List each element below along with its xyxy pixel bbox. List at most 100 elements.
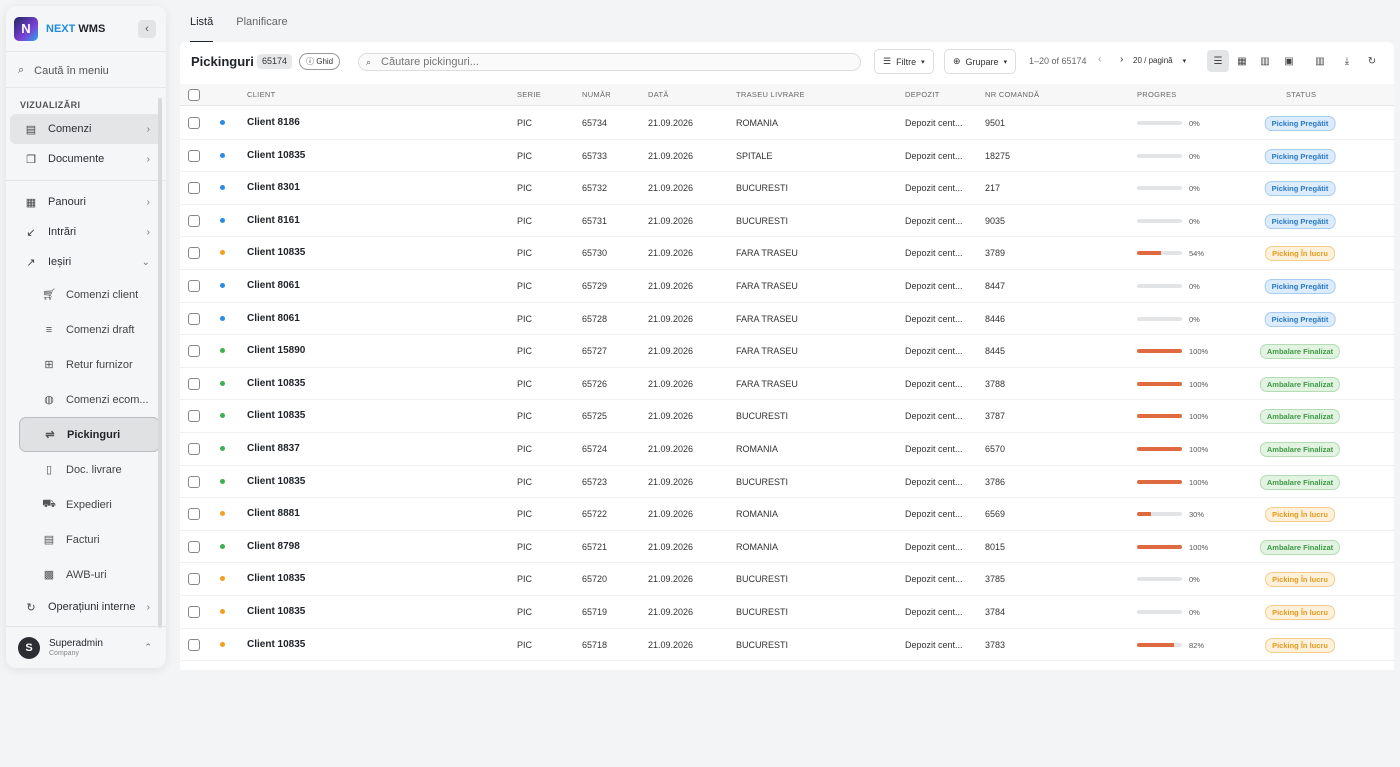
cell-client[interactable]: Client 8881 bbox=[247, 508, 300, 519]
table-row[interactable]: Client 10835 PIC 65733 21.09.2026 SPITALE Dep… bbox=[180, 140, 1394, 173]
row-checkbox[interactable] bbox=[188, 149, 200, 162]
cell-client[interactable]: Client 10835 bbox=[247, 247, 305, 258]
row-checkbox[interactable] bbox=[188, 573, 200, 586]
cell-client[interactable]: Client 10835 bbox=[247, 639, 305, 650]
cell-client[interactable]: Client 10835 bbox=[247, 476, 305, 487]
row-checkbox[interactable] bbox=[188, 638, 200, 651]
table-row[interactable]: Client 8798 PIC 65721 21.09.2026 ROMANIA Depo… bbox=[180, 531, 1394, 564]
row-checkbox[interactable] bbox=[188, 508, 200, 521]
table-row[interactable]: Client 8301 PIC 65732 21.09.2026 BUCURESTI De… bbox=[180, 172, 1394, 205]
cell-client[interactable]: Client 10835 bbox=[247, 573, 305, 584]
table-row[interactable]: Client 10835 PIC 65720 21.09.2026 BUCURESTI D… bbox=[180, 563, 1394, 596]
row-checkbox[interactable] bbox=[188, 377, 200, 390]
cell-client[interactable]: Client 10835 bbox=[247, 410, 305, 421]
sidebar-item-panouri[interactable]: ▦ Panouri › bbox=[10, 187, 162, 217]
collapse-sidebar-button[interactable]: ‹ bbox=[138, 20, 156, 38]
table-row[interactable]: Client 8837 PIC 65724 21.09.2026 ROMANIA Depo… bbox=[180, 433, 1394, 466]
table-row[interactable]: Client 10835 PIC 65726 21.09.2026 FARA TRASE… bbox=[180, 368, 1394, 401]
columns-button[interactable]: ▥ bbox=[1309, 50, 1331, 72]
cell-client[interactable]: Client 15890 bbox=[247, 345, 305, 356]
sidebar-item-intrari[interactable]: ↙ Intrări › bbox=[10, 217, 162, 247]
col-client[interactable]: CLIENT bbox=[247, 90, 275, 99]
refresh-button[interactable]: ↻ bbox=[1361, 50, 1383, 72]
table-row[interactable]: Client 8061 PIC 65729 21.09.2026 FARA TRASEU… bbox=[180, 270, 1394, 303]
table-row[interactable]: Client 10835 PIC 65719 21.09.2026 BUCURESTI D… bbox=[180, 596, 1394, 629]
app-logo[interactable]: N bbox=[14, 16, 38, 41]
brand-name: NEXT WMS bbox=[46, 23, 105, 35]
row-checkbox[interactable] bbox=[188, 312, 200, 325]
cell-depozit: Depozit cent... bbox=[905, 280, 963, 291]
menu-search[interactable]: ⌕ Caută în meniu bbox=[6, 54, 166, 88]
select-all-checkbox[interactable] bbox=[188, 89, 200, 101]
view-list-button[interactable]: ☰ bbox=[1207, 50, 1229, 72]
group-button[interactable]: ⊕ Grupare ▾ bbox=[944, 49, 1017, 74]
col-traseu[interactable]: TRASEU LIVRARE bbox=[736, 90, 805, 99]
sidebar-item-iesiri[interactable]: ↗ Ieșiri ⌄ bbox=[10, 247, 162, 277]
col-numar[interactable]: NUMĂR bbox=[582, 90, 611, 99]
table-row[interactable]: Client 8186 PIC 65734 21.09.2026 ROMANIA Depo… bbox=[180, 107, 1394, 140]
guide-button[interactable]: ⓘ Ghid bbox=[299, 53, 341, 70]
filter-button[interactable]: ☰ Filtre ▾ bbox=[874, 49, 934, 74]
cell-client[interactable]: Client 10835 bbox=[247, 150, 305, 161]
view-kanban-button[interactable]: ▥ bbox=[1254, 50, 1276, 72]
sidebar-subitem-comenzi-client[interactable]: 🛒︎ Comenzi client bbox=[19, 277, 160, 312]
sidebar-scrollbar[interactable] bbox=[158, 98, 162, 628]
cell-client[interactable]: Client 8301 bbox=[247, 182, 300, 193]
view-grid-button[interactable]: ▦ bbox=[1231, 50, 1253, 72]
cell-client[interactable]: Client 10835 bbox=[247, 606, 305, 617]
sidebar-subitem-expedieri[interactable]: ⛟ Expedieri bbox=[19, 487, 160, 522]
table-row[interactable]: Client 15890 PIC 65727 21.09.2026 FARA TRASE… bbox=[180, 335, 1394, 368]
user-menu[interactable]: S Superadmin Company ⌃ bbox=[6, 626, 166, 668]
cell-client[interactable]: Client 8061 bbox=[247, 313, 300, 324]
row-checkbox[interactable] bbox=[188, 540, 200, 553]
sidebar-subitem-doc-livrare[interactable]: ▯ Doc. livrare bbox=[19, 452, 160, 487]
row-checkbox[interactable] bbox=[188, 410, 200, 423]
chevron-left-icon: ‹ bbox=[145, 23, 149, 35]
prev-page-button[interactable]: ‹ bbox=[1098, 54, 1101, 65]
view-calendar-button[interactable]: ▣ bbox=[1278, 50, 1300, 72]
next-page-button[interactable]: › bbox=[1120, 54, 1123, 65]
sidebar-subitem-awb[interactable]: ▩ AWB-uri bbox=[19, 557, 160, 592]
table-row[interactable]: Client 10835 PIC 65725 21.09.2026 BUCURESTI D… bbox=[180, 400, 1394, 433]
cell-client[interactable]: Client 8798 bbox=[247, 541, 300, 552]
row-checkbox[interactable] bbox=[188, 182, 200, 195]
row-checkbox[interactable] bbox=[188, 214, 200, 227]
row-checkbox[interactable] bbox=[188, 247, 200, 260]
table-row[interactable]: Client 8881 PIC 65722 21.09.2026 ROMANIA Depo… bbox=[180, 498, 1394, 531]
cell-client[interactable]: Client 8186 bbox=[247, 117, 300, 128]
sidebar-item-documente[interactable]: ❐ Documente › bbox=[10, 144, 162, 174]
table-row[interactable]: Client 10835 PIC 65718 21.09.2026 BUCURESTI D… bbox=[180, 629, 1394, 662]
sidebar-item-comenzi[interactable]: ▤ Comenzi › bbox=[10, 114, 162, 144]
row-checkbox[interactable] bbox=[188, 345, 200, 358]
row-checkbox[interactable] bbox=[188, 442, 200, 455]
cell-client[interactable]: Client 8161 bbox=[247, 215, 300, 226]
row-checkbox[interactable] bbox=[188, 605, 200, 618]
table-row[interactable]: Client 10835 PIC 65730 21.09.2026 FARA TRASE… bbox=[180, 237, 1394, 270]
col-serie[interactable]: SERIE bbox=[517, 90, 541, 99]
tab-lista[interactable]: Listă bbox=[190, 16, 214, 43]
cell-client[interactable]: Client 10835 bbox=[247, 378, 305, 389]
sidebar-subitem-pickinguri[interactable]: ⇌ Pickinguri bbox=[19, 417, 160, 452]
sidebar-item-operatiuni-interne[interactable]: ↻ Operațiuni interne › bbox=[10, 592, 162, 622]
cell-client[interactable]: Client 8061 bbox=[247, 280, 300, 291]
sidebar-subitem-facturi[interactable]: ▤ Facturi bbox=[19, 522, 160, 557]
col-depozit[interactable]: DEPOZIT bbox=[905, 90, 940, 99]
table-row[interactable]: Client 8061 PIC 65728 21.09.2026 FARA TRASEU… bbox=[180, 303, 1394, 336]
table-row[interactable]: Client 8161 PIC 65731 21.09.2026 BUCURESTI De… bbox=[180, 205, 1394, 238]
col-status[interactable]: STATUS bbox=[1286, 90, 1316, 99]
row-checkbox[interactable] bbox=[188, 279, 200, 292]
search-input[interactable] bbox=[381, 56, 842, 68]
sidebar-subitem-comenzi-ecom[interactable]: ◍ Comenzi ecom... bbox=[19, 382, 160, 417]
sidebar-subitem-comenzi-draft[interactable]: ≡ Comenzi draft bbox=[19, 312, 160, 347]
download-button[interactable]: ⤓ bbox=[1336, 50, 1358, 72]
cell-client[interactable]: Client 8837 bbox=[247, 443, 300, 454]
col-data[interactable]: DATĂ bbox=[648, 90, 669, 99]
page-size-select[interactable]: 20 / pagină ▾ bbox=[1133, 56, 1186, 65]
row-checkbox[interactable] bbox=[188, 475, 200, 488]
table-row[interactable]: Client 10835 PIC 65723 21.09.2026 BUCURESTI D… bbox=[180, 466, 1394, 499]
col-progres[interactable]: PROGRES bbox=[1137, 90, 1177, 99]
tab-planificare[interactable]: Planificare bbox=[236, 16, 287, 42]
col-nr-comanda[interactable]: NR COMANDĂ bbox=[985, 90, 1039, 99]
row-checkbox[interactable] bbox=[188, 117, 200, 129]
sidebar-subitem-retur-furnizor[interactable]: ⊞ Retur furnizor bbox=[19, 347, 160, 382]
